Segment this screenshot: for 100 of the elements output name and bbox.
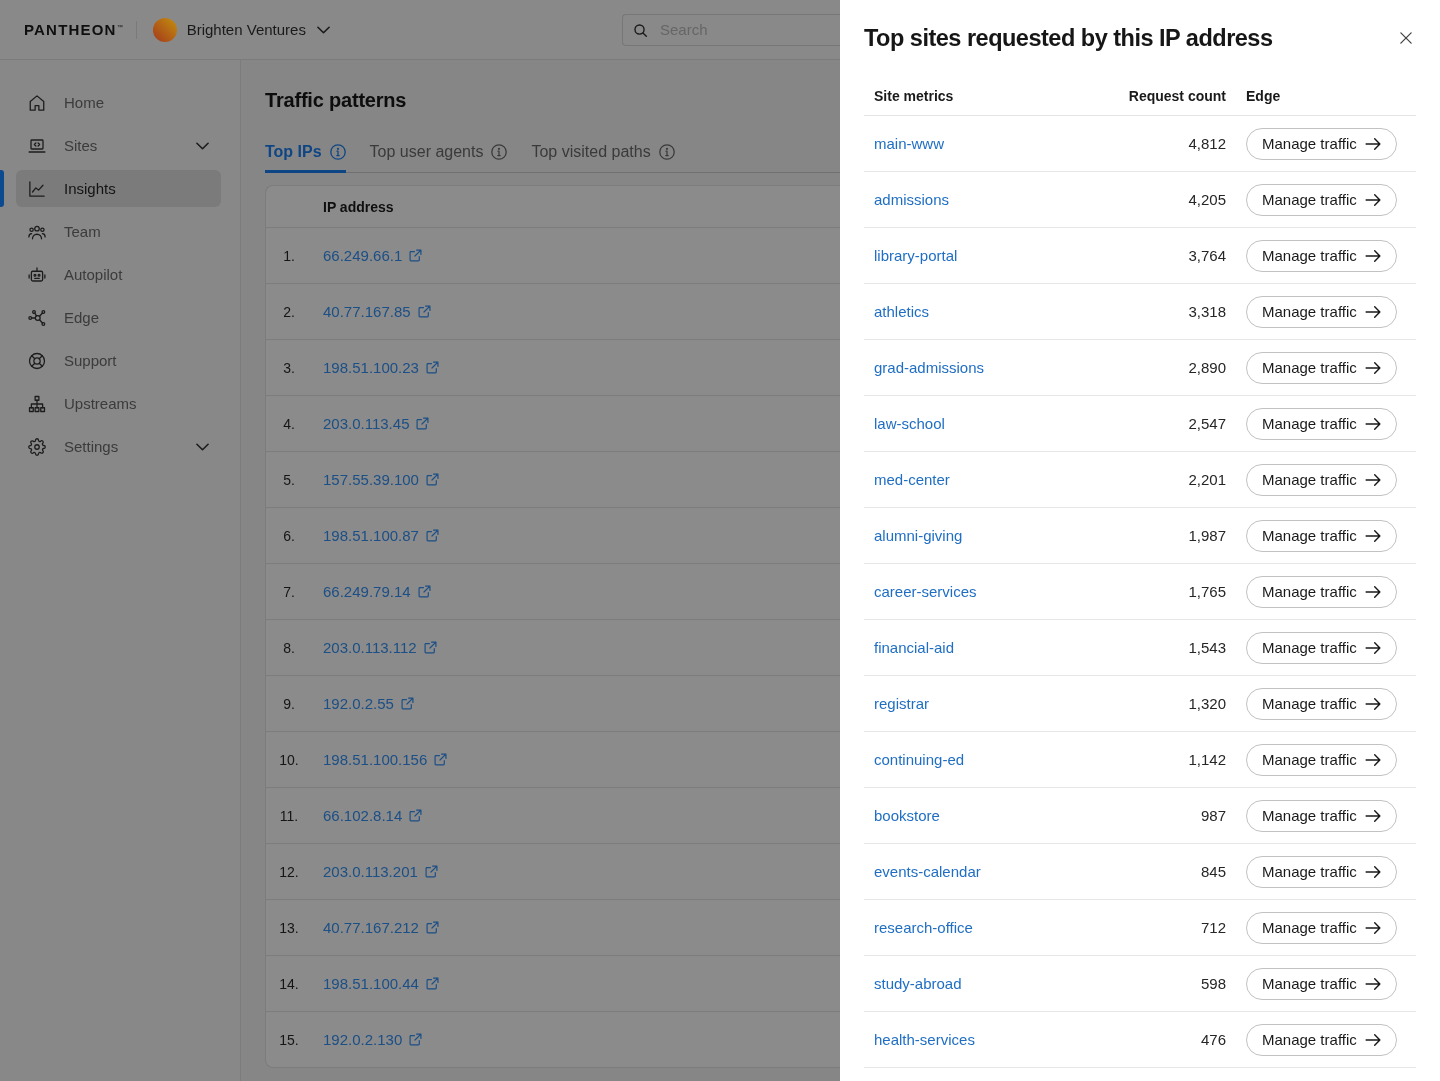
sidebar-item[interactable]: Sites [16, 127, 221, 164]
column-header: Edge [1246, 87, 1281, 104]
site-link[interactable]: athletics [874, 303, 930, 320]
request-count: 1,765 [1188, 583, 1226, 600]
laptop-icon [28, 136, 46, 155]
request-count: 845 [1200, 863, 1226, 880]
rank-number: 13. [279, 919, 299, 936]
arrow-right-icon [1364, 249, 1381, 262]
tab[interactable]: Top user agents [369, 140, 508, 173]
external-link-icon [424, 865, 438, 878]
column-header: IP address [323, 198, 394, 215]
manage-traffic-button[interactable]: Manage traffic [1246, 575, 1397, 608]
info-icon[interactable] [491, 144, 508, 160]
site-link[interactable]: med-center [874, 471, 950, 488]
sidebar-item[interactable]: Edge [16, 299, 221, 336]
manage-traffic-button[interactable]: Manage traffic [1246, 519, 1397, 552]
manage-traffic-button[interactable]: Manage traffic [1246, 239, 1397, 272]
arrow-right-icon [1364, 529, 1381, 542]
manage-traffic-button[interactable]: Manage traffic [1246, 967, 1397, 1000]
manage-traffic-button[interactable]: Manage traffic [1246, 743, 1397, 776]
sidebar-item[interactable]: Settings [16, 428, 221, 465]
request-count: 1,987 [1188, 527, 1226, 544]
avatar-icon [152, 17, 177, 42]
manage-traffic-button[interactable]: Manage traffic [1246, 183, 1397, 216]
rank-number: 5. [283, 471, 295, 488]
sidebar-item[interactable]: Autopilot [16, 256, 221, 293]
manage-traffic-button[interactable]: Manage traffic [1246, 351, 1397, 384]
manage-traffic-button[interactable]: Manage traffic [1246, 295, 1397, 328]
site-link[interactable]: grad-admissions [874, 359, 985, 376]
site-link[interactable]: financial-aid [874, 639, 955, 656]
site-link[interactable]: research-office [874, 919, 973, 936]
arrow-right-icon [1364, 1033, 1381, 1046]
manage-traffic-button[interactable]: Manage traffic [1246, 407, 1397, 440]
site-link[interactable]: library-portal [874, 247, 958, 264]
brand-logo[interactable]: PANTHEON$^{™}$ [24, 21, 123, 38]
site-link[interactable]: law-school [874, 415, 945, 432]
manage-traffic-button[interactable]: Manage traffic [1246, 631, 1397, 664]
rank-number: 1. [283, 247, 295, 264]
sidebar-item[interactable]: Upstreams [16, 385, 221, 422]
request-count: 476 [1200, 1031, 1226, 1048]
arrow-right-icon [1364, 809, 1381, 822]
manage-traffic-button[interactable]: Manage traffic [1246, 799, 1397, 832]
active-indicator [0, 170, 4, 207]
chevron-down-icon [316, 25, 330, 34]
manage-traffic-button[interactable]: Manage traffic [1246, 1023, 1397, 1056]
external-link-icon [409, 1033, 423, 1046]
manage-traffic-button[interactable]: Manage traffic [1246, 127, 1397, 160]
manage-traffic-button[interactable]: Manage traffic [1246, 687, 1397, 720]
manage-traffic-button[interactable]: Manage traffic [1246, 911, 1397, 944]
site-link[interactable]: registrar [874, 695, 929, 712]
external-link-icon [400, 697, 414, 710]
hierarchy-icon [28, 394, 46, 413]
site-link[interactable]: bookstore [874, 807, 940, 824]
tab[interactable]: Top visited paths [531, 140, 675, 173]
site-link[interactable]: study-abroad [874, 975, 962, 992]
sidebar-item[interactable]: Team [16, 213, 221, 250]
site-link[interactable]: alumni-giving [874, 527, 963, 544]
rank-number: 14. [279, 975, 299, 992]
site-link[interactable]: continuing-ed [874, 751, 965, 768]
sidebar-item[interactable]: Support [16, 342, 221, 379]
sidebar-item[interactable]: Home [16, 84, 221, 121]
request-count: 598 [1200, 975, 1226, 992]
arrow-right-icon [1364, 921, 1381, 934]
sidebar-item[interactable]: Insights [16, 170, 221, 207]
chevron-down-icon [196, 442, 209, 451]
info-icon[interactable] [658, 144, 675, 160]
external-link-icon [409, 809, 423, 822]
request-count: 2,201 [1188, 471, 1226, 488]
request-count: 3,318 [1188, 303, 1226, 320]
page-title: Traffic patterns [265, 88, 408, 113]
external-link-icon [409, 249, 423, 262]
rank-number: 9. [283, 695, 295, 712]
arrow-right-icon [1364, 137, 1381, 150]
arrow-right-icon [1364, 305, 1381, 318]
close-icon[interactable] [1400, 32, 1412, 44]
manage-traffic-button[interactable]: Manage traffic [1246, 855, 1397, 888]
arrow-right-icon [1364, 417, 1381, 430]
request-count: 4,205 [1188, 191, 1226, 208]
search-icon [634, 23, 647, 37]
robot-icon [28, 265, 46, 284]
external-link-icon [434, 753, 448, 766]
chevron-down-icon [196, 141, 209, 150]
rank-number: 2. [283, 303, 295, 320]
rank-number: 15. [279, 1031, 299, 1048]
request-count: 2,890 [1188, 359, 1226, 376]
column-header: Request count [1128, 87, 1226, 104]
external-link-icon [425, 529, 439, 542]
external-link-icon [425, 977, 439, 990]
site-link[interactable]: events-calendar [874, 863, 981, 880]
site-link[interactable]: career-services [874, 583, 977, 600]
rank-number: 8. [283, 639, 295, 656]
site-link[interactable]: main-www [874, 135, 944, 152]
external-link-icon [416, 417, 430, 430]
manage-traffic-button[interactable]: Manage traffic [1246, 463, 1397, 496]
line-chart-icon [28, 179, 46, 198]
external-link-icon [425, 921, 439, 934]
org-switcher[interactable]: Brighten Ventures [152, 17, 330, 42]
info-icon[interactable] [329, 144, 346, 160]
site-link[interactable]: admissions [874, 191, 950, 208]
site-link[interactable]: health-services [874, 1031, 975, 1048]
